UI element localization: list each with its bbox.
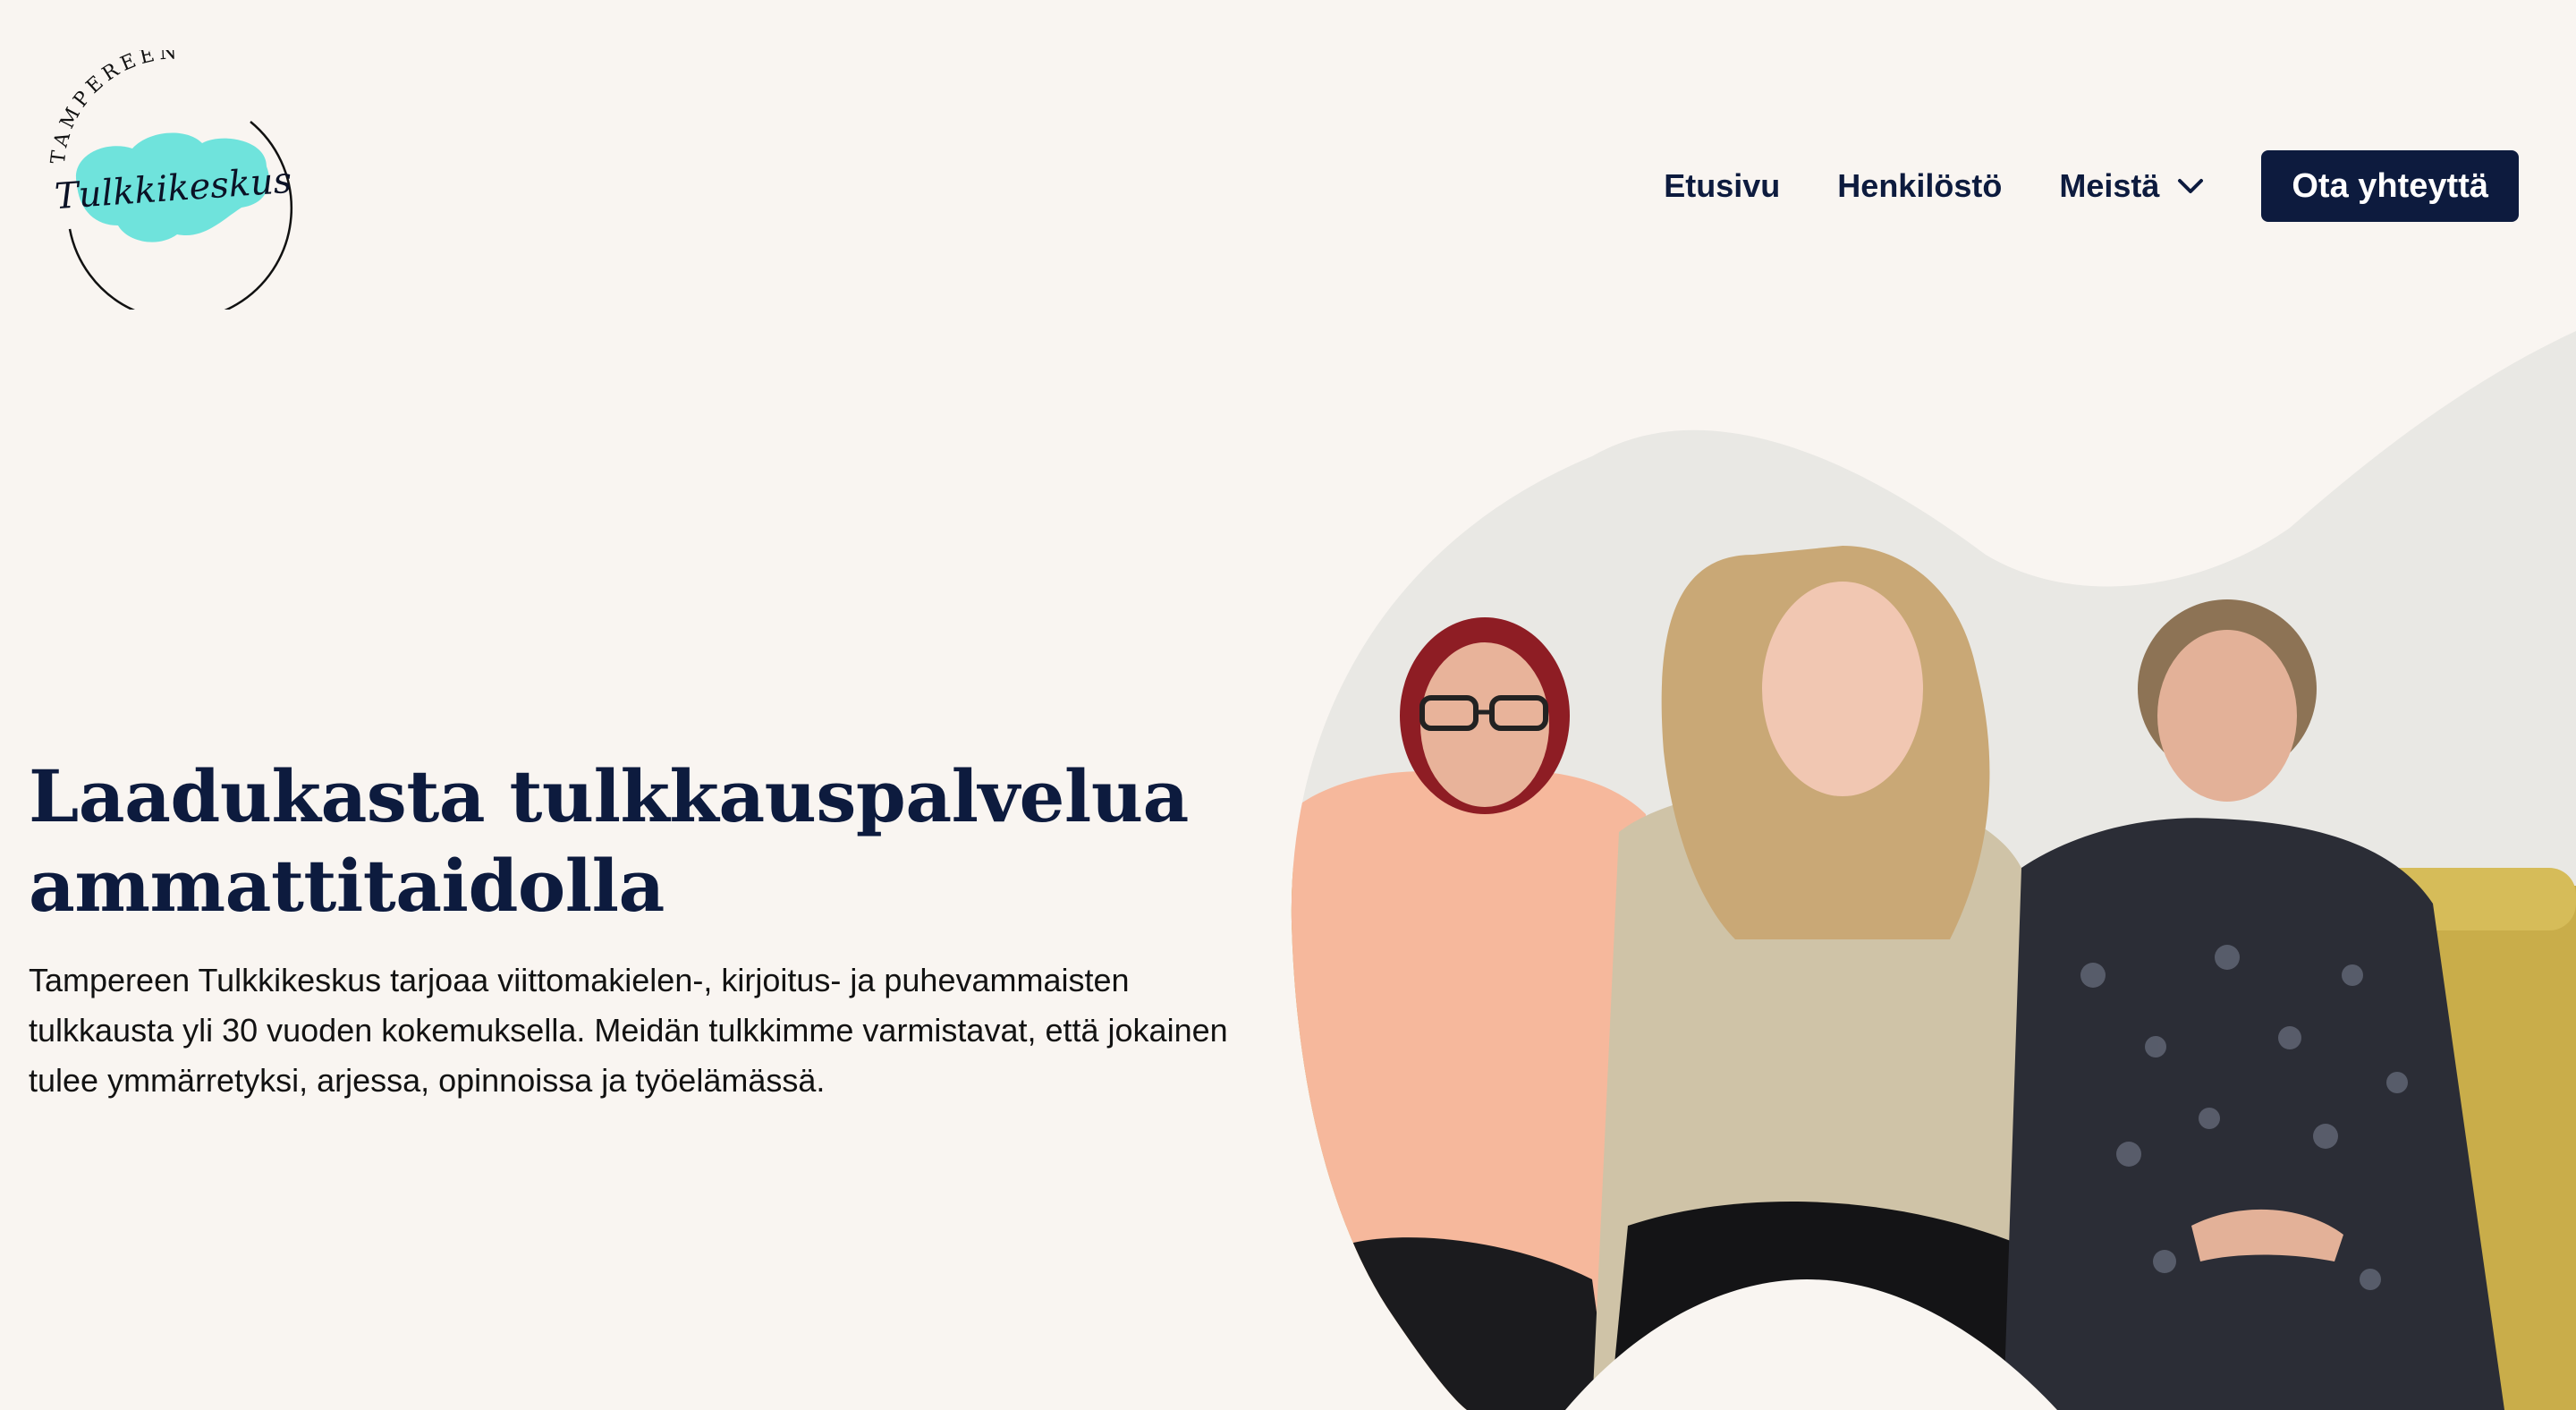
- nav-item-henkilosto[interactable]: Henkilöstö: [1837, 167, 2002, 205]
- nav-item-label: Henkilöstö: [1837, 167, 2003, 204]
- chevron-down-icon: [2178, 179, 2204, 193]
- contact-button[interactable]: Ota yhteyttä: [2261, 150, 2519, 222]
- nav-item-meista[interactable]: Meistä: [2059, 167, 2204, 205]
- hero-title: Laadukasta tulkkauspalvelua ammattitaido…: [29, 752, 1263, 930]
- nav-item-label: Etusivu: [1664, 167, 1781, 204]
- logo-graphic: TAMPEREEN Tulkkikeskus: [47, 50, 293, 310]
- hero-photo-illustration: [1291, 331, 2576, 1410]
- nav-item-label: Meistä: [2059, 167, 2160, 204]
- hero-section: Laadukasta tulkkauspalvelua ammattitaido…: [29, 752, 1263, 1106]
- hero-title-line-2: ammattitaidolla: [29, 844, 665, 928]
- nav-item-etusivu[interactable]: Etusivu: [1664, 167, 1780, 205]
- site-logo[interactable]: TAMPEREEN Tulkkikeskus: [43, 50, 302, 310]
- main-navigation: Etusivu Henkilöstö Meistä Ota yhteyttä: [1664, 150, 2519, 222]
- hero-title-line-1: Laadukasta tulkkauspalvelua: [29, 754, 1189, 838]
- hero-image: [1270, 331, 2576, 1410]
- hero-lead-paragraph: Tampereen Tulkkikeskus tarjoaa viittomak…: [29, 962, 1228, 1099]
